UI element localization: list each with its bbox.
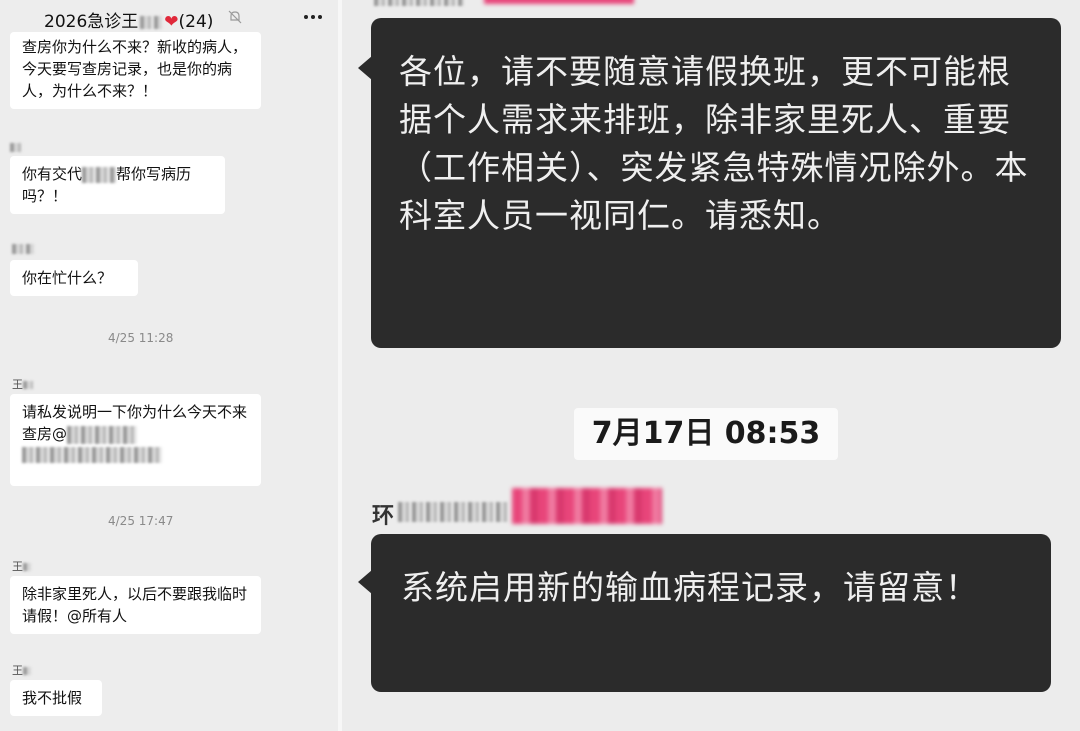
message-text: 各位，请不要随意请假换班，更不可能根据个人需求来排班，除非家里死人、重要（工作相… [399,52,1029,235]
timestamp: 4/25 17:47 [108,514,174,528]
bubble-tail [358,56,372,80]
heart-emoji: ❤ [164,12,179,32]
timestamp: 4/25 11:28 [108,331,174,345]
message-bubble[interactable]: 你在忙什么？ [10,260,138,296]
redacted-sender [374,0,634,12]
bubble-tail [358,570,372,594]
message-text: 系统启用新的输血病程记录，请留意！ [401,568,979,607]
more-options-icon[interactable] [302,10,324,24]
redacted-sender [10,142,22,152]
timestamp: 7月17日 08:53 [574,408,838,460]
redacted-sender [23,563,31,571]
member-count: (24) [178,12,214,32]
redacted-sender [23,381,33,389]
message-bubble[interactable]: 各位，请不要随意请假换班，更不可能根据个人需求来排班，除非家里死人、重要（工作相… [371,18,1061,348]
redacted-name [82,166,117,183]
redacted-mention [67,425,138,444]
left-chat-screenshot: 2026急诊王 ❤(24) 查房你为什么不来？新收的病人，今天要写查房记录，也是你… [0,0,338,731]
message-bubble[interactable]: 查房你为什么不来？新收的病人，今天要写查房记录，也是你的病人，为什么不来？！ [10,32,261,109]
message-text: 除非家里死人，以后不要跟我临时请假！@所有人 [22,585,248,625]
right-chat-screenshot: 各位，请不要随意请假换班，更不可能根据个人需求来排班，除非家里死人、重要（工作相… [342,0,1080,731]
redacted-sender [23,667,31,675]
message-text-part: 你有交代 [22,165,83,183]
message-text: 查房你为什么不来？新收的病人，今天要写查房记录，也是你的病人，为什么不来？！ [22,38,248,100]
redacted-name [140,15,163,29]
redaction-block [512,488,662,524]
sender-name: 王 [12,376,33,392]
redacted-mention [22,447,162,463]
mute-bell-icon [228,10,242,24]
sender-name: 王 [12,558,31,574]
sender-name [10,140,22,153]
message-bubble[interactable]: 系统启用新的输血病程记录，请留意！ [371,534,1051,692]
sender-name: 环 [372,488,662,529]
chat-title-bar: 2026急诊王 ❤(24) [0,0,338,36]
message-bubble[interactable]: 除非家里死人，以后不要跟我临时请假！@所有人 [10,576,261,634]
redaction-block [484,0,634,4]
message-bubble[interactable]: 你有交代 帮你写病历吗？！ [10,156,225,214]
redacted-name [398,502,508,522]
sender-name: 王 [12,662,31,678]
redacted-sender [12,244,34,254]
message-text: 你在忙什么？ [22,269,113,287]
message-bubble[interactable]: 请私发说明一下你为什么今天不来查房@ [10,394,261,486]
message-bubble[interactable]: 我不批假 [10,680,102,716]
sender-name [12,242,34,255]
group-title[interactable]: 2026急诊王 ❤(24) [44,7,213,32]
group-name: 2026急诊王 [44,12,139,32]
message-text: 我不批假 [22,689,83,707]
